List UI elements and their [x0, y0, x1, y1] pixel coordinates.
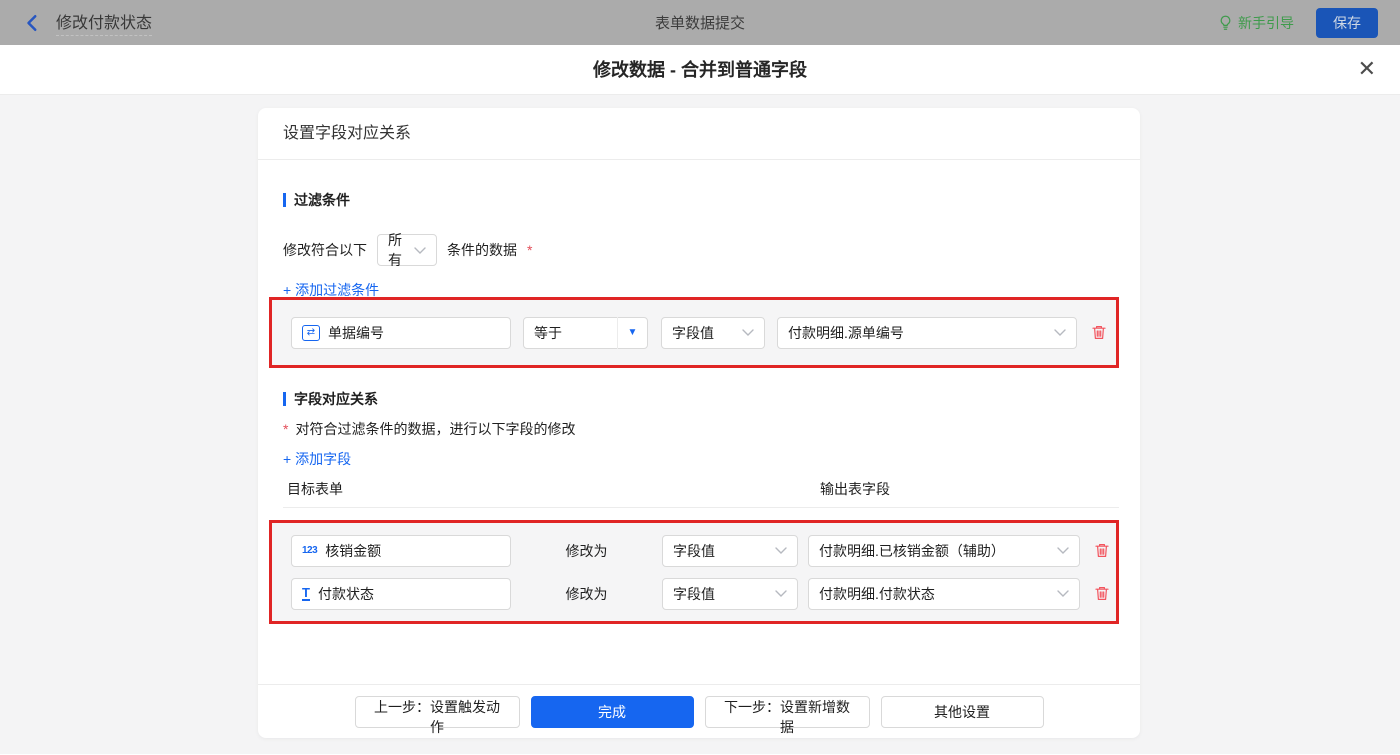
workflow-title[interactable]: 修改付款状态: [56, 9, 153, 36]
modify-to-label: 修改为: [565, 585, 608, 602]
filter-section-label: 过滤条件: [294, 192, 350, 208]
value-type-select[interactable]: 字段值: [662, 534, 798, 567]
mapping-section-title: 字段对应关系: [283, 389, 378, 409]
mapping-description: 对符合过滤条件的数据，进行以下字段的修改: [295, 421, 576, 437]
value-field-value: 付款明细.源单编号: [788, 324, 904, 341]
section-accent-bar: [283, 392, 286, 406]
target-field-input[interactable]: 123 核销金额: [291, 534, 511, 567]
modal-body: 设置字段对应关系 过滤条件 修改符合以下 所有 条件的数据 * + 添加过滤条件: [0, 95, 1400, 754]
mapping-section-label: 字段对应关系: [294, 391, 378, 407]
output-field-select[interactable]: 付款明细.付款状态: [808, 577, 1080, 610]
topbar-center-title: 表单数据提交: [654, 15, 745, 32]
operator-select[interactable]: 等于 ▼: [523, 316, 648, 349]
delete-mapping-button[interactable]: [1094, 585, 1110, 602]
lightbulb-icon: [1220, 15, 1231, 30]
target-field-input[interactable]: T 付款状态: [291, 577, 511, 610]
chevron-down-icon: [742, 329, 754, 336]
section-accent-bar: [283, 193, 286, 207]
column-divider: [283, 507, 1119, 508]
other-settings-button[interactable]: 其他设置: [880, 696, 1044, 728]
value-type-select[interactable]: 字段值: [662, 577, 798, 610]
operator-value: 等于: [534, 324, 562, 341]
chevron-down-icon: [1054, 329, 1066, 336]
output-field-value: 付款明细.已核销金额（辅助）: [819, 542, 1005, 559]
trash-icon: [1095, 587, 1109, 600]
modal-header: 修改数据 - 合并到普通字段 ✕: [0, 45, 1400, 95]
trash-icon: [1092, 326, 1106, 339]
settings-card: 设置字段对应关系 过滤条件 修改符合以下 所有 条件的数据 * + 添加过滤条件: [258, 108, 1140, 738]
save-button[interactable]: 保存: [1316, 7, 1378, 38]
card-header-title: 设置字段对应关系: [258, 108, 1140, 160]
back-button[interactable]: [24, 14, 42, 32]
mapping-row: T 付款状态 修改为 字段值 付款明细.付款状态: [291, 577, 1116, 610]
caret-down-filled-icon[interactable]: ▼: [617, 316, 647, 349]
required-asterisk: *: [283, 421, 289, 437]
add-field-link[interactable]: + 添加字段: [283, 449, 351, 469]
highlight-box-mapping: 123 核销金额 修改为 字段值 付款明细.已核销金额（辅助） T 付款状态 修…: [269, 520, 1119, 624]
topbar: 修改付款状态 表单数据提交 新手引导 保存: [0, 0, 1400, 45]
required-asterisk: *: [527, 242, 533, 258]
target-form-column-header: 目标表单: [287, 481, 343, 497]
chevron-down-icon: [414, 246, 426, 254]
done-button[interactable]: 完成: [530, 696, 694, 728]
filter-section-title: 过滤条件: [283, 190, 350, 210]
modal-dialog: 修改数据 - 合并到普通字段 ✕ 设置字段对应关系 过滤条件 修改符合以下 所有: [0, 45, 1400, 755]
chevron-down-icon: [775, 547, 787, 554]
value-type-select[interactable]: 字段值: [661, 316, 765, 349]
target-field-value: 付款状态: [317, 585, 374, 602]
beginner-guide-link[interactable]: 新手引导: [1219, 13, 1294, 33]
output-field-value: 付款明细.付款状态: [819, 585, 935, 602]
filter-field-value: 单据编号: [328, 324, 384, 341]
match-prefix-label: 修改符合以下: [283, 242, 367, 258]
match-condition-row: 修改符合以下 所有 条件的数据 *: [283, 232, 533, 268]
filter-field-input[interactable]: ⇄ 单据编号: [291, 316, 511, 349]
mapping-row: 123 核销金额 修改为 字段值 付款明细.已核销金额（辅助）: [291, 534, 1116, 567]
serial-number-icon: ⇄: [302, 324, 320, 341]
mapping-description-row: * 对符合过滤条件的数据，进行以下字段的修改: [283, 419, 575, 439]
value-type-value: 字段值: [672, 324, 714, 341]
chevron-down-icon: [1057, 590, 1069, 597]
footer-buttons: 上一步：设置触发动作 完成 下一步：设置新增数据 其他设置: [258, 696, 1140, 735]
chevron-left-icon: [27, 14, 37, 31]
target-field-value: 核销金额: [325, 542, 382, 559]
value-type-value: 字段值: [673, 542, 715, 559]
highlight-box-filter: ⇄ 单据编号 等于 ▼ 字段值 付款明细.源单编号: [269, 297, 1119, 368]
modal-title: 修改数据 - 合并到普通字段: [593, 60, 807, 80]
next-step-button[interactable]: 下一步：设置新增数据: [704, 696, 870, 735]
text-field-icon: T: [302, 585, 310, 601]
output-field-column-header: 输出表字段: [820, 481, 890, 497]
chevron-down-icon: [775, 590, 787, 597]
modify-to-label: 修改为: [565, 542, 608, 559]
output-field-select[interactable]: 付款明细.已核销金额（辅助）: [808, 534, 1080, 567]
value-type-value: 字段值: [673, 585, 715, 602]
guide-label: 新手引导: [1238, 14, 1294, 31]
prev-step-button[interactable]: 上一步：设置触发动作: [354, 696, 520, 735]
delete-mapping-button[interactable]: [1094, 542, 1110, 559]
number-field-icon: 123: [302, 545, 318, 556]
value-field-select[interactable]: 付款明细.源单编号: [777, 316, 1077, 349]
footer-divider: [258, 684, 1140, 685]
trash-icon: [1095, 544, 1109, 557]
match-mode-select[interactable]: 所有: [377, 232, 437, 268]
screen: 修改付款状态 表单数据提交 新手引导 保存 修改数据 - 合并到普通字段 ✕ 设…: [0, 0, 1400, 755]
delete-condition-button[interactable]: [1091, 324, 1107, 341]
close-icon[interactable]: ✕: [1358, 45, 1376, 95]
match-suffix-label: 条件的数据: [447, 242, 517, 258]
match-mode-value: 所有: [388, 232, 402, 268]
chevron-down-icon: [1057, 547, 1069, 554]
